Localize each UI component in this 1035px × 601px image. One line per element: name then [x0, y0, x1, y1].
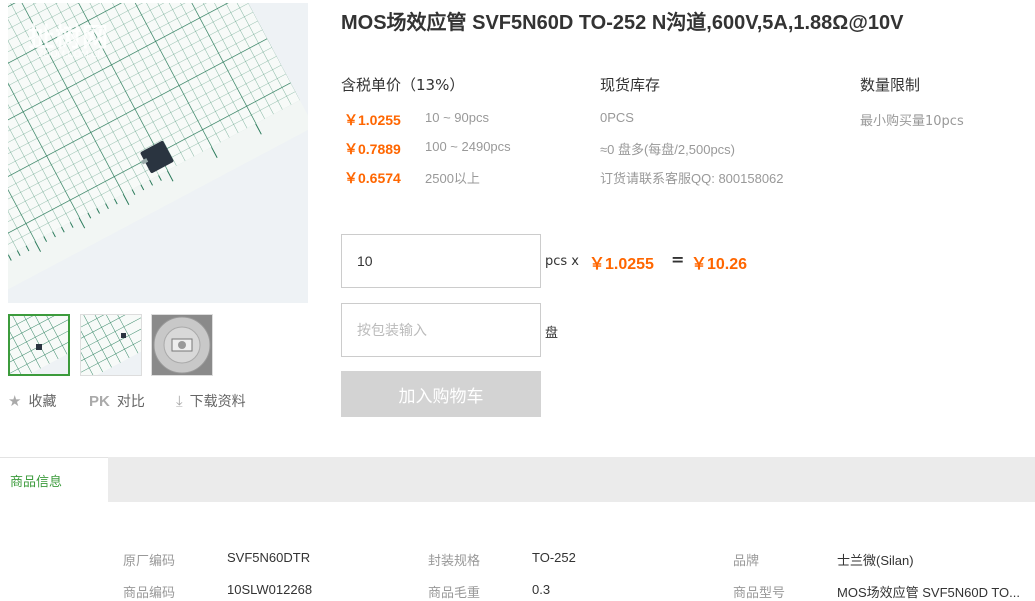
spec-item: 商品编码 — [123, 582, 175, 601]
tier-range: 2500以上 — [425, 171, 480, 186]
spec-key: 封装规格 — [428, 554, 481, 569]
spec-value: TO-252 — [532, 550, 576, 565]
thumbnail-2[interactable] — [80, 314, 142, 376]
spec-item: 10SLW012268 — [227, 582, 312, 598]
total-price: ￥10.26 — [691, 256, 748, 273]
spec-value: 士兰微(Silan) — [837, 553, 914, 568]
spec-value: MOS场效应管 SVF5N60D TO... — [837, 585, 1021, 600]
spec-item: 品牌 — [733, 550, 759, 569]
quantity-unit: pcs x — [545, 254, 579, 269]
favorite-button[interactable]: ★ 收藏 — [8, 391, 56, 411]
reel-unit: 盘 — [545, 326, 559, 341]
detail-tab-bar: 商品信息 — [0, 457, 1035, 502]
reel-input[interactable] — [341, 303, 541, 357]
thumbnail-3[interactable] — [151, 314, 213, 376]
stock-header: 现货库存 — [600, 76, 661, 94]
product-main-image: 扯树网 ZOOM.COM.CN — [8, 3, 308, 303]
product-title: MOS场效应管 SVF5N60D TO-252 N沟道,600V,5A,1.88… — [341, 12, 904, 34]
add-to-cart-button[interactable]: 加入购物车 — [341, 371, 541, 417]
thumbnail-1[interactable] — [8, 314, 70, 376]
spec-key: 商品型号 — [733, 586, 786, 601]
download-icon: ⤓ — [176, 392, 183, 410]
spec-value: 10SLW012268 — [227, 582, 313, 597]
limit-header: 数量限制 — [860, 76, 921, 94]
spec-item: 封装规格 — [428, 550, 480, 569]
pk-icon: PK — [89, 392, 110, 410]
spec-key: 商品编码 — [123, 586, 176, 601]
stock-contact: 订货请联系客服QQ: 800158062 — [600, 171, 784, 186]
spec-key: 商品毛重 — [428, 586, 481, 601]
stock-reels: ≈0 盘多(每盘/2,500pcs) — [600, 142, 736, 157]
price-header: 含税单价（13%） — [341, 76, 465, 94]
compare-button[interactable]: PK 对比 — [89, 391, 145, 411]
stock-quantity: 0PCS — [600, 110, 634, 125]
spec-item: MOS场效应管 SVF5N60D TO... — [837, 582, 1020, 601]
tier-price: ￥1.0255 — [344, 112, 401, 128]
spec-item: 0.3 — [532, 582, 550, 598]
spec-key: 品牌 — [733, 554, 760, 569]
tab-product-info[interactable]: 商品信息 — [0, 457, 108, 502]
download-label: 下载资料 — [189, 394, 246, 410]
star-icon: ★ — [8, 392, 22, 410]
spec-key: 原厂编码 — [123, 554, 176, 569]
unit-price: ￥1.0255 — [589, 256, 654, 273]
min-order-text: 最小购买量10pcs — [860, 114, 964, 129]
spec-item: SVF5N60DTR — [227, 550, 310, 566]
spec-item: 商品型号 — [733, 582, 785, 601]
spec-value: 0.3 — [532, 582, 551, 597]
tier-range: 100 ~ 2490pcs — [425, 139, 511, 154]
quantity-input[interactable] — [341, 234, 541, 288]
spec-item: TO-252 — [532, 550, 576, 566]
tier-price: ￥0.6574 — [344, 170, 401, 186]
spec-item: 商品毛重 — [428, 582, 480, 601]
favorite-label: 收藏 — [28, 394, 57, 410]
download-datasheet-button[interactable]: ⤓ 下载资料 — [176, 391, 246, 411]
compare-label: 对比 — [116, 394, 145, 410]
tier-price: ￥0.7889 — [344, 141, 401, 157]
spec-item: 原厂编码 — [123, 550, 175, 569]
equals-sign: = — [671, 250, 685, 269]
watermark-subtext: ZOOM.COM.CN — [38, 49, 104, 59]
spec-item: 士兰微(Silan) — [837, 550, 914, 569]
tier-range: 10 ~ 90pcs — [425, 110, 489, 125]
spec-value: SVF5N60DTR — [227, 550, 311, 565]
